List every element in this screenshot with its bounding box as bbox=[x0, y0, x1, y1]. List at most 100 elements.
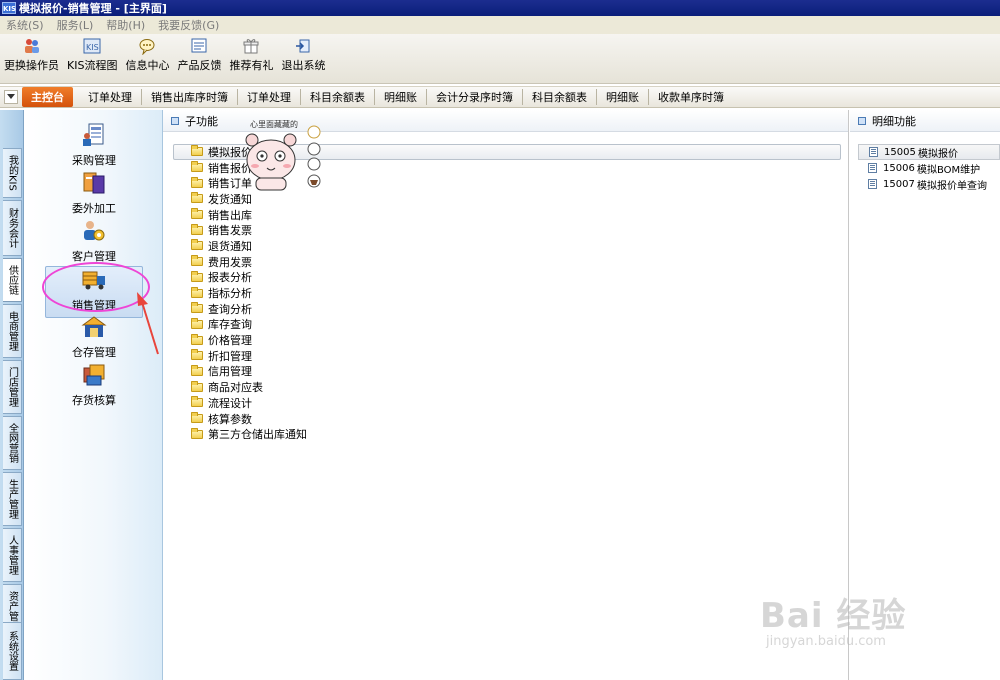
vtab-marketing[interactable]: 全网营销 bbox=[3, 416, 22, 470]
folder-icon bbox=[191, 145, 203, 157]
sticker-text: 心里面藏藏的 bbox=[250, 119, 298, 129]
nav-link-ledger-2[interactable]: 明细账 bbox=[597, 89, 649, 105]
nav-link-receipt-journal[interactable]: 收款单序时簿 bbox=[649, 89, 733, 105]
folder-icon bbox=[191, 255, 203, 267]
nav-link-voucher-journal[interactable]: 会计分录序时簿 bbox=[427, 89, 523, 105]
detail-item-15006[interactable]: 15006 模拟BOM维护 bbox=[858, 160, 1000, 176]
module-outsourcing[interactable]: 委外加工 bbox=[45, 170, 143, 222]
menu-system[interactable]: 系统(S) bbox=[0, 17, 51, 33]
tab-main-console[interactable]: 主控台 bbox=[22, 87, 73, 107]
detail-item-15007[interactable]: 15007 模拟报价单查询 bbox=[858, 176, 1000, 192]
kis-flowchart-button[interactable]: KIS KIS流程图 bbox=[67, 37, 117, 73]
purchase-icon bbox=[83, 123, 104, 146]
tree-item-discount-management[interactable]: 折扣管理 bbox=[173, 348, 841, 364]
document-icon bbox=[868, 163, 877, 173]
module-panel: 采购管理 委外加工 客户管理 销售管理 仓存管理 存货核算 bbox=[25, 110, 163, 680]
tree-item-return-notice[interactable]: 退货通知 bbox=[173, 238, 841, 254]
tree-item-accounting-params[interactable]: 核算参数 bbox=[173, 411, 841, 427]
module-customer[interactable]: 客户管理 bbox=[45, 218, 143, 270]
referral-gift-button[interactable]: 推荐有礼 bbox=[229, 37, 273, 73]
tree-item-price-management[interactable]: 价格管理 bbox=[173, 332, 841, 348]
detail-item-15005[interactable]: 15005 模拟报价 bbox=[858, 144, 1000, 160]
window-title: 模拟报价-销售管理 - [主界面] bbox=[19, 2, 167, 15]
vtab-financial-accounting[interactable]: 财务会计 bbox=[3, 200, 22, 256]
vtab-ecommerce[interactable]: 电商管理 bbox=[3, 304, 22, 358]
tree-item-sales-invoice[interactable]: 销售发票 bbox=[173, 222, 841, 238]
exit-icon bbox=[294, 37, 312, 55]
tree-item-stock-query[interactable]: 库存查询 bbox=[173, 317, 841, 333]
nav-link-account-balance-2[interactable]: 科目余额表 bbox=[523, 89, 597, 105]
folder-icon bbox=[191, 396, 203, 408]
tree-item-product-mapping[interactable]: 商品对应表 bbox=[173, 379, 841, 395]
nav-link-order-processing-2[interactable]: 订单处理 bbox=[238, 89, 301, 105]
vtab-my-kis[interactable]: 我的KIS bbox=[3, 148, 22, 198]
tree-item-expense-invoice[interactable]: 费用发票 bbox=[173, 254, 841, 270]
nav-link-order-processing[interactable]: 订单处理 bbox=[79, 89, 142, 105]
tree-item-indicator-analysis[interactable]: 指标分析 bbox=[173, 285, 841, 301]
folder-icon bbox=[191, 161, 203, 173]
detail-list: 15005 模拟报价 15006 模拟BOM维护 15007 模拟报价单查询 bbox=[858, 144, 1000, 192]
document-icon bbox=[868, 179, 877, 189]
subfunction-title: 子功能 bbox=[185, 114, 218, 128]
tree-item-report-analysis[interactable]: 报表分析 bbox=[173, 270, 841, 286]
inventory-icon bbox=[83, 364, 105, 386]
document-icon bbox=[869, 147, 878, 157]
tree-item-process-design[interactable]: 流程设计 bbox=[173, 395, 841, 411]
vertical-tab-bar: 我的KIS 财务会计 供应链 电商管理 门店管理 全网营销 生产管理 人事管理 … bbox=[0, 110, 24, 680]
vtab-system-settings[interactable]: 系统设置 bbox=[3, 622, 22, 680]
folder-icon bbox=[191, 192, 203, 204]
outsourcing-icon bbox=[83, 172, 105, 194]
folder-icon bbox=[191, 176, 203, 188]
sales-truck-icon bbox=[82, 271, 105, 290]
folder-icon bbox=[191, 302, 203, 314]
folder-icon bbox=[191, 333, 203, 345]
detail-title: 明细功能 bbox=[872, 114, 916, 128]
menu-service[interactable]: 服务(L) bbox=[51, 17, 101, 33]
folder-icon bbox=[191, 427, 203, 439]
info-center-button[interactable]: 信息中心 bbox=[125, 37, 169, 73]
detail-function-panel: 明细功能 15005 模拟报价 15006 模拟BOM维护 15007 模拟报价… bbox=[850, 110, 1000, 680]
change-operator-button[interactable]: 更换操作员 bbox=[4, 37, 59, 73]
customer-icon bbox=[84, 221, 105, 241]
module-sales[interactable]: 销售管理 bbox=[45, 266, 143, 318]
tree-item-credit-management[interactable]: 信用管理 bbox=[173, 364, 841, 380]
kis-app-icon: KIS bbox=[2, 2, 16, 14]
vtab-production[interactable]: 生产管理 bbox=[3, 472, 22, 526]
nav-link-account-balance[interactable]: 科目余额表 bbox=[301, 89, 375, 105]
exit-system-button[interactable]: 退出系统 bbox=[281, 37, 325, 73]
tree-item-query-analysis[interactable]: 查询分析 bbox=[173, 301, 841, 317]
vtab-store[interactable]: 门店管理 bbox=[3, 360, 22, 414]
dropdown-button[interactable] bbox=[4, 90, 18, 104]
menu-feedback[interactable]: 我要反馈(G) bbox=[152, 17, 226, 33]
title-bar: KIS 模拟报价-销售管理 - [主界面] bbox=[0, 0, 1000, 16]
module-purchase[interactable]: 采购管理 bbox=[45, 122, 143, 174]
quick-nav-strip: 主控台 订单处理 销售出库序时簿 订单处理 科目余额表 明细账 会计分录序时簿 … bbox=[0, 86, 1000, 108]
vtab-supply-chain[interactable]: 供应链 bbox=[3, 258, 22, 302]
gift-icon bbox=[242, 37, 260, 55]
menu-help[interactable]: 帮助(H) bbox=[100, 17, 152, 33]
product-feedback-button[interactable]: 产品反馈 bbox=[177, 37, 221, 73]
operator-icon bbox=[23, 37, 41, 55]
folder-icon bbox=[191, 208, 203, 220]
tree-item-sales-outbound[interactable]: 销售出库 bbox=[173, 207, 841, 223]
menu-bar: 系统(S) 服务(L) 帮助(H) 我要反馈(G) bbox=[0, 16, 1000, 34]
flowchart-icon: KIS bbox=[83, 37, 101, 55]
header-bullet-icon bbox=[171, 116, 179, 125]
vtab-hr[interactable]: 人事管理 bbox=[3, 528, 22, 582]
nav-link-ledger[interactable]: 明细账 bbox=[375, 89, 427, 105]
nav-link-sales-outbound-journal[interactable]: 销售出库序时簿 bbox=[142, 89, 238, 105]
folder-icon bbox=[191, 286, 203, 298]
folder-icon bbox=[191, 317, 203, 329]
folder-icon bbox=[191, 270, 203, 282]
module-warehouse[interactable]: 仓存管理 bbox=[45, 314, 143, 366]
folder-icon bbox=[191, 349, 203, 361]
toolbar: 更换操作员 KIS KIS流程图 信息中心 产品反馈 推荐有礼 退出系统 bbox=[0, 34, 1000, 84]
bear-sticker: 心里面藏藏的 bbox=[242, 118, 326, 196]
message-icon bbox=[138, 37, 156, 55]
folder-icon bbox=[191, 223, 203, 235]
module-inventory-accounting[interactable]: 存货核算 bbox=[45, 362, 143, 414]
chevron-down-icon bbox=[7, 94, 15, 99]
folder-icon bbox=[191, 239, 203, 251]
folder-icon bbox=[191, 380, 203, 392]
tree-item-third-party-warehouse[interactable]: 第三方仓储出库通知 bbox=[173, 426, 841, 442]
